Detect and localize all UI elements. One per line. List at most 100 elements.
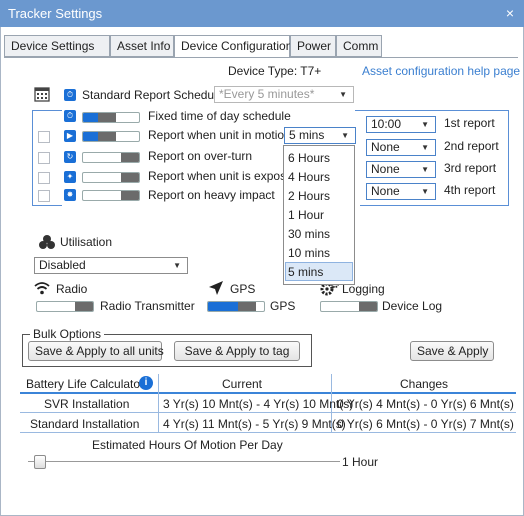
window-title: Tracker Settings	[8, 6, 103, 21]
overturn-icon: ↻	[64, 151, 76, 163]
chevron-down-icon: ▼	[339, 90, 347, 99]
gps-label: GPS	[230, 282, 256, 296]
report-4-value: None	[371, 184, 400, 198]
table-row-rule	[20, 412, 516, 413]
tab-device-configuration[interactable]: Device Configuration	[174, 35, 292, 58]
report-2-select[interactable]: None ▼	[366, 139, 436, 156]
motion-toggle[interactable]	[82, 131, 140, 142]
table-cell: 0 Yr(s) 6 Mnt(s) - 0 Yr(s) 7 Mnt(s)	[337, 417, 514, 431]
exposed-checkbox[interactable]	[38, 172, 50, 184]
logging-toggle[interactable]	[320, 301, 378, 312]
fixed-time-icon: ⏱	[64, 110, 76, 122]
save-apply-all-button[interactable]: Save & Apply to all units	[28, 341, 164, 361]
motion-interval-dropdown: 6 Hours 4 Hours 2 Hours 1 Hour 30 mins 1…	[283, 145, 355, 285]
report-1-select[interactable]: 10:00 ▼	[366, 116, 436, 133]
motion-label: Report when unit in motion	[148, 128, 291, 142]
calendar-icon	[34, 86, 50, 102]
impact-toggle[interactable]	[82, 190, 140, 201]
tab-device-settings[interactable]: Device Settings	[4, 35, 110, 57]
dropdown-option[interactable]: 2 Hours	[288, 189, 330, 203]
help-link[interactable]: Asset configuration help page	[362, 64, 520, 78]
impact-icon: ✸	[64, 189, 76, 201]
device-type-label: Device Type: T7+	[228, 64, 322, 78]
save-apply-tag-button[interactable]: Save & Apply to tag	[174, 341, 300, 361]
utilisation-select[interactable]: Disabled ▼	[34, 257, 188, 274]
table-row-rule	[20, 432, 516, 433]
dropdown-option[interactable]: 1 Hour	[288, 208, 324, 222]
radio-toggle[interactable]	[36, 301, 94, 312]
tab-power[interactable]: Power	[290, 35, 336, 57]
fixed-time-label: Fixed time of day schedule	[148, 109, 291, 123]
battery-calc-header: Battery Life Calculator	[26, 377, 145, 391]
report-4-label: 4th report	[444, 183, 496, 197]
close-icon[interactable]: ×	[506, 0, 514, 27]
table-col-rule	[158, 374, 159, 432]
report-1-label: 1st report	[444, 116, 495, 130]
impact-label: Report on heavy impact	[148, 188, 275, 202]
report-3-label: 3rd report	[444, 161, 497, 175]
overturn-checkbox[interactable]	[38, 152, 50, 164]
overturn-toggle[interactable]	[82, 152, 140, 163]
changes-header: Changes	[400, 377, 449, 391]
fixed-time-toggle[interactable]	[82, 112, 140, 123]
report-1-value: 10:00	[371, 117, 402, 131]
table-cell: 3 Yr(s) 10 Mnt(s) - 4 Yr(s) 10 Mnt(s)	[163, 397, 354, 411]
chevron-down-icon: ▼	[173, 261, 181, 270]
bulk-options-legend: Bulk Options	[30, 327, 105, 341]
utilisation-icon	[38, 234, 56, 250]
dropdown-option[interactable]: 10 mins	[288, 246, 330, 260]
info-icon[interactable]: i	[139, 376, 153, 390]
table-cell: 0 Yr(s) 4 Mnt(s) - 0 Yr(s) 6 Mnt(s)	[337, 397, 514, 411]
chevron-down-icon: ▼	[421, 143, 429, 152]
table-cell: Standard Installation	[30, 417, 140, 431]
location-arrow-icon	[208, 280, 224, 296]
report-4-select[interactable]: None ▼	[366, 183, 436, 200]
current-header: Current	[222, 377, 263, 391]
chevron-down-icon: ▼	[421, 187, 429, 196]
schedule-clock-icon: ⏱	[64, 89, 76, 101]
tab-comm[interactable]: Comm	[336, 35, 382, 57]
gps-sub-label: GPS	[270, 299, 296, 313]
device-log-label: Device Log	[382, 299, 443, 313]
table-header-rule	[20, 392, 516, 394]
tab-divider	[4, 57, 518, 58]
dropdown-option[interactable]: 4 Hours	[288, 170, 330, 184]
report-3-value: None	[371, 162, 400, 176]
impact-checkbox[interactable]	[38, 190, 50, 202]
motion-interval-value: 5 mins	[289, 128, 325, 142]
chevron-down-icon: ▼	[341, 131, 349, 140]
standard-report-select-value: *Every 5 minutes*	[219, 87, 315, 101]
group-bracket-top	[32, 110, 62, 111]
utilisation-label: Utilisation	[60, 235, 113, 249]
reports-bracket-top	[355, 110, 508, 111]
report-3-select[interactable]: None ▼	[366, 161, 436, 178]
tab-asset-info[interactable]: Asset Info	[110, 35, 174, 57]
wifi-icon	[34, 281, 50, 295]
standard-report-select: *Every 5 minutes* ▼	[214, 86, 354, 103]
motion-hours-label: Estimated Hours Of Motion Per Day	[92, 438, 283, 452]
motion-hours-slider-thumb[interactable]	[34, 455, 47, 469]
group-bracket-bottom	[32, 205, 62, 206]
save-apply-button[interactable]: Save & Apply	[410, 341, 494, 361]
window-titlebar: Tracker Settings	[0, 0, 524, 27]
dropdown-option[interactable]: 30 mins	[288, 227, 330, 241]
table-cell: SVR Installation	[44, 397, 130, 411]
dropdown-option-selected[interactable]: 5 mins	[288, 265, 323, 279]
radio-label: Radio	[56, 282, 88, 296]
dropdown-option[interactable]: 6 Hours	[288, 151, 330, 165]
motion-hours-slider-track	[28, 461, 340, 462]
motion-checkbox[interactable]	[38, 131, 50, 143]
reports-bracket-right	[508, 110, 509, 206]
motion-icon: ▶	[64, 130, 76, 142]
gps-toggle[interactable]	[207, 301, 265, 312]
radio-transmitter-label: Radio Transmitter	[100, 299, 195, 313]
chevron-down-icon: ▼	[421, 165, 429, 174]
light-bulb-icon: ✦	[64, 171, 76, 183]
exposed-toggle[interactable]	[82, 172, 140, 183]
overturn-label: Report on over-turn	[148, 149, 253, 163]
chevron-down-icon: ▼	[421, 120, 429, 129]
motion-interval-select[interactable]: 5 mins ▼	[284, 127, 356, 144]
motion-hours-value: 1 Hour	[342, 455, 379, 469]
group-bracket-left	[32, 110, 33, 206]
report-2-value: None	[371, 140, 400, 154]
